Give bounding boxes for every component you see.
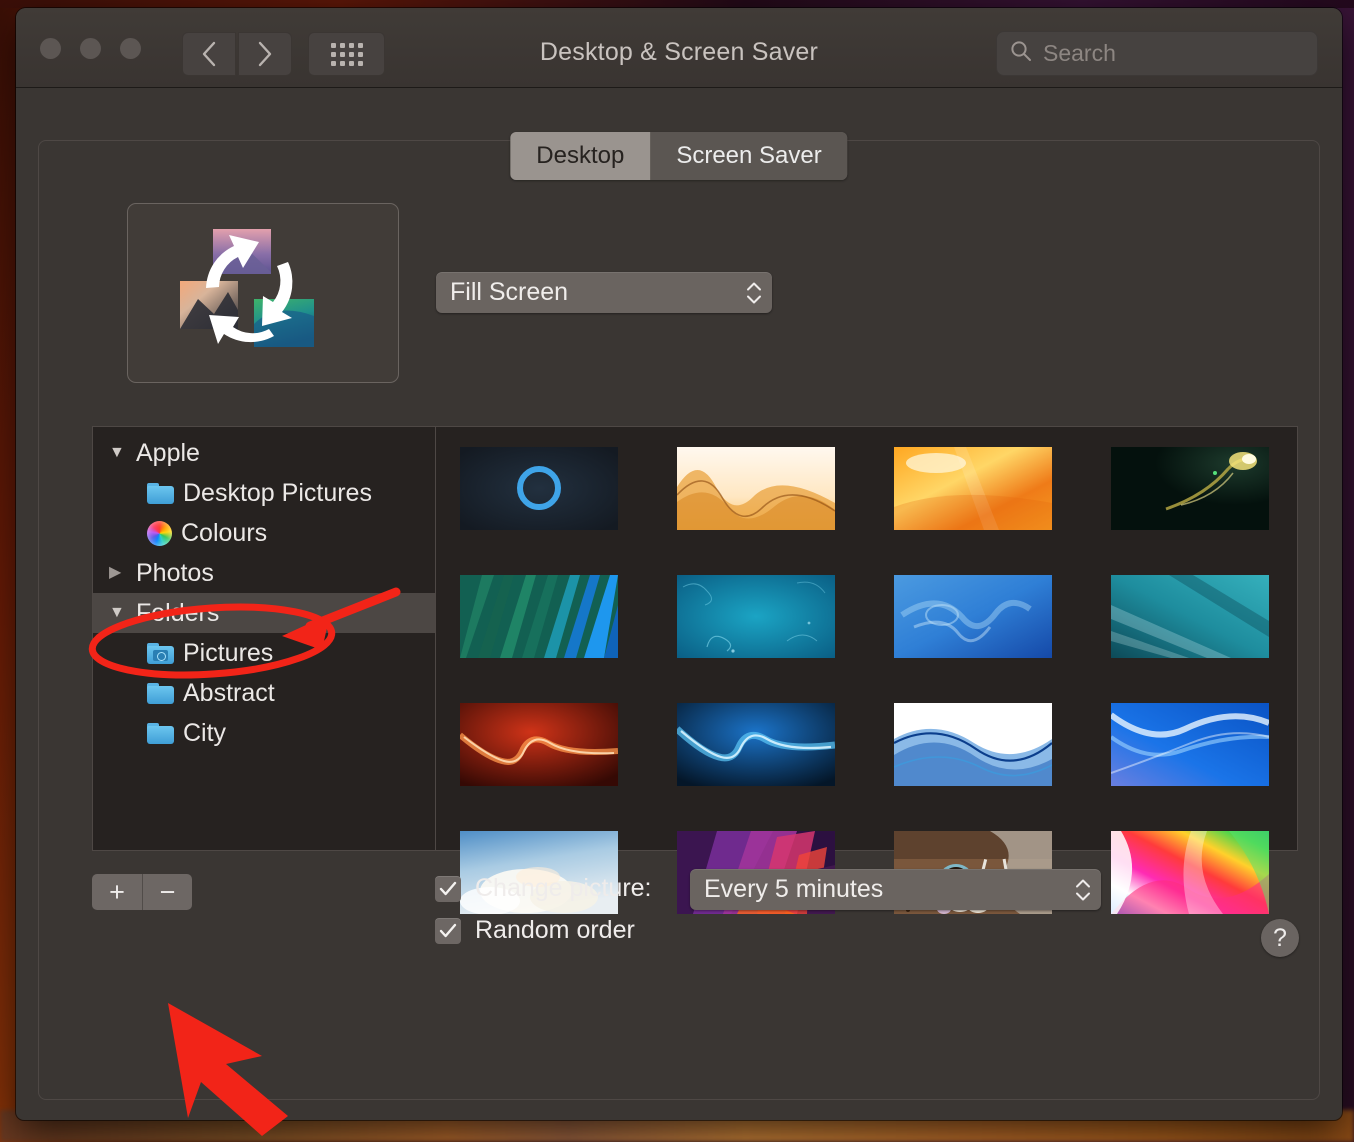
sidebar-item-colours[interactable]: Colours [93,513,435,553]
search-icon [1009,39,1033,68]
thumbnail-teal-underwater[interactable] [677,575,835,658]
thumbnail-red-swoosh[interactable] [460,703,618,786]
thumbnail-rainbow-gradient[interactable] [1111,831,1269,914]
folder-icon [147,682,174,704]
thumbnail-blue-swoosh[interactable] [677,703,835,786]
color-wheel-icon [147,520,172,546]
tab-bar: Desktop Screen Saver [510,132,848,180]
thumbnail-teal-diagonal[interactable] [1111,575,1269,658]
random-order-checkbox[interactable] [435,917,461,944]
sidebar-item-apple[interactable]: ▼ Apple [93,433,435,473]
remove-folder-button[interactable]: − [142,874,192,910]
sidebar-item-folders[interactable]: ▼ Folders [93,593,435,633]
add-folder-button[interactable]: + [92,874,142,910]
sidebar-item-label: Folders [136,598,220,627]
sidebar-item-label: Photos [136,558,214,587]
change-picture-label: Change picture: [475,874,652,902]
change-interval-value: Every 5 minutes [704,875,884,903]
tab-screen-saver[interactable]: Screen Saver [650,132,848,180]
pictures-folder-icon [147,642,174,664]
sidebar-item-abstract[interactable]: Abstract [93,673,435,713]
sidebar-item-desktop-pictures[interactable]: Desktop Pictures [93,473,435,513]
sidebar-item-pictures[interactable]: Pictures [93,633,435,673]
thumbnail-blue-smoke[interactable] [894,575,1052,658]
sidebar-item-label: Desktop Pictures [183,478,372,507]
thumbnail-bright-blue-curve[interactable] [1111,703,1269,786]
thumbnail-white-blue-waves[interactable] [894,703,1052,786]
thumbnail-orange-silk-wave[interactable] [677,447,835,530]
preferences-panel: Desktop Screen Saver Fill Screen ▼ Apple… [38,132,1320,1100]
folder-icon [147,722,174,744]
random-order-row: Random order [435,916,635,945]
disclosure-open-icon[interactable]: ▼ [109,445,127,461]
sidebar-item-label: Abstract [183,678,275,707]
change-picture-checkbox[interactable] [435,875,461,902]
thumbnail-dark-blue-ring[interactable] [460,447,618,530]
desktop-picture-preview[interactable] [127,203,399,383]
sidebar-item-label: Pictures [183,638,274,667]
thumbnail-grid [436,427,1297,914]
change-interval-popup[interactable]: Every 5 minutes [690,869,1101,910]
desktop-backdrop-top [0,0,1354,8]
sidebar-item-photos[interactable]: ▶ Photos [93,553,435,593]
fill-mode-value: Fill Screen [450,278,569,306]
sidebar-item-label: Apple [136,438,200,467]
chevron-up-down-icon [746,281,762,304]
disclosure-open-icon[interactable]: ▼ [109,605,127,621]
fill-mode-popup[interactable]: Fill Screen [436,272,772,313]
sidebar-item-city[interactable]: City [93,713,435,753]
add-remove-buttons: + − [92,874,192,910]
search-placeholder: Search [1043,40,1116,66]
thumbnail-green-flame[interactable] [1111,447,1269,530]
thumbnail-green-blue-stripes[interactable] [460,575,618,658]
source-list[interactable]: ▼ Apple Desktop Pictures Colours ▶ Photo… [93,427,436,850]
change-picture-row: Change picture: [435,874,652,903]
system-preferences-window: Desktop & Screen Saver Search Desktop Sc… [16,8,1342,1120]
search-field[interactable]: Search [996,31,1318,76]
help-button[interactable]: ? [1261,919,1299,957]
picture-browser: ▼ Apple Desktop Pictures Colours ▶ Photo… [92,426,1298,914]
random-order-label: Random order [475,916,635,944]
sidebar-item-label: Colours [181,518,268,547]
thumbnail-orange-gradient[interactable] [894,447,1052,530]
sidebar-item-label: City [183,718,227,747]
chevron-up-down-icon [1075,878,1091,901]
tab-desktop[interactable]: Desktop [510,132,651,180]
rotating-wallpapers-icon [180,229,314,347]
disclosure-closed-icon[interactable]: ▶ [109,565,127,581]
window-titlebar: Desktop & Screen Saver Search [16,8,1342,88]
folder-icon [147,482,174,504]
